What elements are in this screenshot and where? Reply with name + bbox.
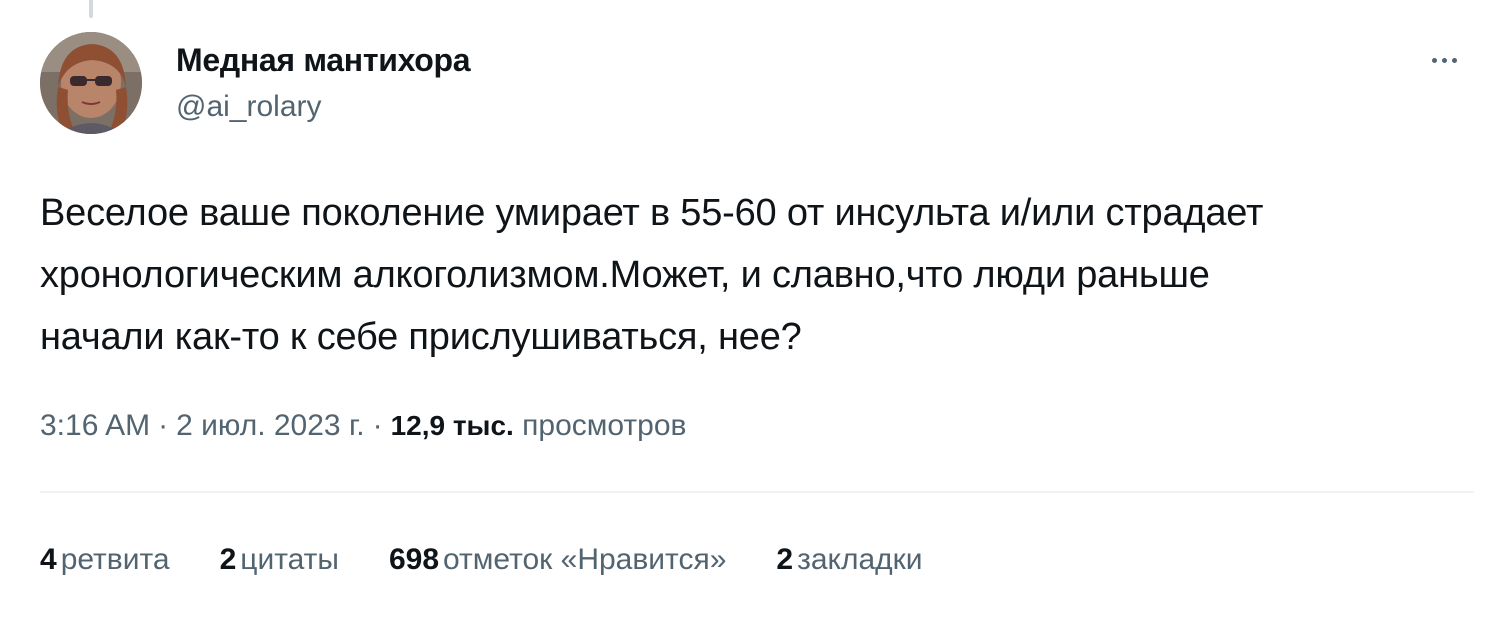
- tweet-header: Медная мантихора @ai_rolary: [40, 32, 1476, 136]
- avatar-photo: [40, 32, 142, 134]
- avatar[interactable]: [40, 32, 142, 134]
- tweet-time[interactable]: 3:16 AM: [40, 409, 150, 442]
- retweets-count: 4: [40, 543, 57, 576]
- retweets-label: ретвита: [60, 543, 170, 576]
- meta-separator: ·: [372, 409, 383, 442]
- more-options-button[interactable]: [1420, 36, 1468, 84]
- views-label: просмотров: [522, 409, 687, 442]
- likes-stat[interactable]: 698 отметок «Нравится»: [389, 538, 726, 582]
- tweet-date[interactable]: 2 июл. 2023 г.: [176, 409, 364, 442]
- likes-count: 698: [388, 543, 440, 576]
- author-names: Медная мантихора @ai_rolary: [176, 40, 471, 126]
- likes-label: отметок «Нравится»: [443, 543, 727, 576]
- author-handle[interactable]: @ai_rolary: [176, 88, 470, 126]
- meta-separator: ·: [158, 409, 169, 442]
- divider: [40, 491, 1474, 493]
- retweets-stat[interactable]: 4 ретвита: [40, 538, 170, 582]
- bookmarks-count: 2: [776, 543, 794, 576]
- tweet-meta: 3:16 AM · 2 июл. 2023 г. · 12,9 тыс. просмот…: [40, 404, 686, 448]
- more-horizontal-icon: [1431, 57, 1437, 63]
- more-horizontal-icon: [1451, 57, 1457, 63]
- bookmarks-label: закладки: [797, 543, 923, 576]
- views-count: 12,9 тыс.: [390, 410, 514, 441]
- engagement-stats: 4 ретвита 2 цитаты 698 отметок «Нравится» 2…: [40, 538, 923, 582]
- tweet-text: Веселое ваше поколение умирает в 55-60 о…: [40, 182, 1460, 368]
- tweet-text-line: хронологическим алкоголизмом.Может, и сл…: [40, 254, 1210, 296]
- quotes-stat[interactable]: 2 цитаты: [220, 538, 339, 582]
- bookmarks-stat[interactable]: 2 закладки: [776, 538, 922, 582]
- thread-connector-line: [89, 0, 93, 18]
- quotes-label: цитаты: [240, 543, 339, 576]
- more-horizontal-icon: [1441, 57, 1447, 63]
- tweet-text-line: начали как-то к себе прислушиваться, нее…: [40, 316, 802, 358]
- quotes-count: 2: [219, 543, 237, 576]
- tweet-text-line: Веселое ваше поколение умирает в 55-60 о…: [40, 192, 1264, 234]
- author-display-name[interactable]: Медная мантихора: [176, 40, 471, 80]
